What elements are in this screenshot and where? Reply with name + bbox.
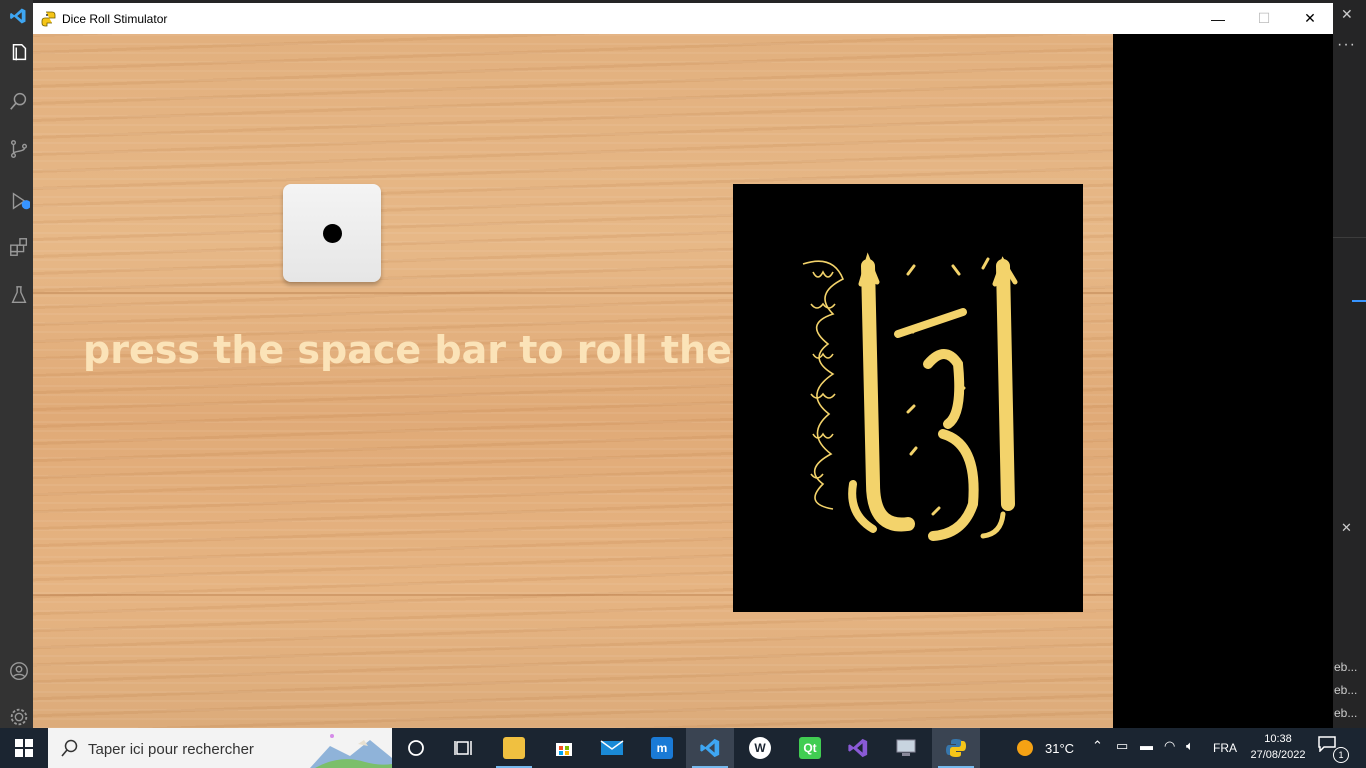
vscode-activity-bar bbox=[0, 0, 33, 728]
battery-icon[interactable]: ▬ bbox=[1140, 738, 1153, 753]
system-info-icon[interactable] bbox=[882, 728, 930, 768]
clock[interactable]: 10:38 27/08/2022 bbox=[1244, 731, 1312, 763]
panel-close-icon[interactable]: ✕ bbox=[1341, 6, 1353, 23]
run-debug-icon[interactable] bbox=[8, 190, 30, 212]
clock-date: 27/08/2022 bbox=[1250, 749, 1306, 761]
python-icon[interactable] bbox=[932, 728, 980, 768]
search-icon bbox=[61, 739, 78, 757]
visual-studio-icon[interactable] bbox=[834, 728, 882, 768]
more-actions-icon[interactable]: ··· bbox=[1337, 36, 1356, 54]
notification-icon bbox=[1318, 736, 1336, 753]
search-highlight-illustration bbox=[310, 734, 392, 768]
close-icon: ✕ bbox=[1304, 10, 1316, 26]
remote-desktop-icon[interactable]: m bbox=[638, 728, 686, 768]
title-bar[interactable]: Dice Roll Stimulator — ☐ ✕ bbox=[33, 3, 1333, 34]
task-view-icon[interactable] bbox=[392, 728, 440, 768]
arabic-calligraphy-image bbox=[733, 184, 1083, 612]
settings-gear-icon[interactable] bbox=[8, 706, 30, 728]
mail-icon[interactable] bbox=[588, 728, 636, 768]
browser-icon[interactable]: W bbox=[736, 728, 784, 768]
microsoft-store-icon[interactable] bbox=[540, 728, 588, 768]
panel-close-icon-2[interactable]: ✕ bbox=[1341, 520, 1352, 536]
extensions-icon[interactable] bbox=[8, 236, 30, 258]
dice bbox=[283, 184, 381, 282]
panel-divider bbox=[1333, 237, 1366, 238]
vscode-right-panel: ✕ ··· ✕ eb... eb... eb... bbox=[1333, 0, 1366, 728]
dice-pip bbox=[323, 224, 342, 243]
testing-icon[interactable] bbox=[8, 284, 30, 306]
window-title: Dice Roll Stimulator bbox=[62, 12, 168, 26]
panel-item[interactable]: eb... bbox=[1334, 706, 1357, 720]
game-window: Dice Roll Stimulator — ☐ ✕ Press the Spa… bbox=[33, 3, 1333, 728]
panel-indicator bbox=[1352, 300, 1366, 302]
close-button[interactable]: ✕ bbox=[1287, 3, 1333, 34]
instruction-text: Press the Space Bar to roll the Dice bbox=[83, 328, 834, 372]
calligraphy-icon bbox=[802, 252, 1018, 541]
pygame-snake-icon bbox=[41, 11, 56, 27]
source-control-icon[interactable] bbox=[8, 138, 30, 160]
maximize-icon: ☐ bbox=[1257, 10, 1271, 26]
clock-time: 10:38 bbox=[1264, 733, 1292, 745]
language-indicator[interactable]: FRA bbox=[1213, 741, 1237, 755]
notification-center-button[interactable]: 1 bbox=[1318, 736, 1349, 763]
game-canvas[interactable]: Press the Space Bar to roll the Dice bbox=[33, 34, 1113, 728]
vscode-logo-icon bbox=[10, 8, 26, 24]
meet-now-icon[interactable]: ▭ bbox=[1116, 738, 1128, 754]
panel-item[interactable]: eb... bbox=[1334, 683, 1357, 697]
panel-item[interactable]: eb... bbox=[1334, 660, 1357, 674]
widgets-icon[interactable] bbox=[440, 728, 488, 768]
weather-temperature[interactable]: 31°C bbox=[1045, 741, 1074, 756]
minimize-button[interactable]: — bbox=[1195, 3, 1241, 34]
taskbar-search[interactable] bbox=[48, 728, 392, 768]
file-explorer-icon[interactable] bbox=[490, 728, 538, 768]
search-icon[interactable] bbox=[8, 90, 30, 112]
minimize-icon: — bbox=[1211, 10, 1225, 27]
wifi-icon[interactable]: ◠ bbox=[1164, 738, 1175, 754]
qt-creator-icon[interactable]: Qt bbox=[786, 728, 834, 768]
maximize-button[interactable]: ☐ bbox=[1241, 3, 1287, 34]
start-button[interactable] bbox=[0, 728, 48, 768]
explorer-icon[interactable] bbox=[8, 42, 30, 64]
windows-logo-icon bbox=[15, 739, 33, 757]
account-icon[interactable] bbox=[8, 660, 30, 682]
taskbar: m W Qt 31°C ⌃ ▭ ▬ ◠ 🔈︎ FRA 10:38 27/08/2… bbox=[0, 728, 1366, 768]
weather-sun-icon[interactable] bbox=[1016, 739, 1034, 757]
vscode-icon[interactable] bbox=[686, 728, 734, 768]
notification-badge: 1 bbox=[1333, 747, 1349, 763]
chevron-up-icon[interactable]: ⌃ bbox=[1092, 738, 1103, 754]
volume-icon[interactable]: 🔈︎ bbox=[1186, 738, 1194, 754]
